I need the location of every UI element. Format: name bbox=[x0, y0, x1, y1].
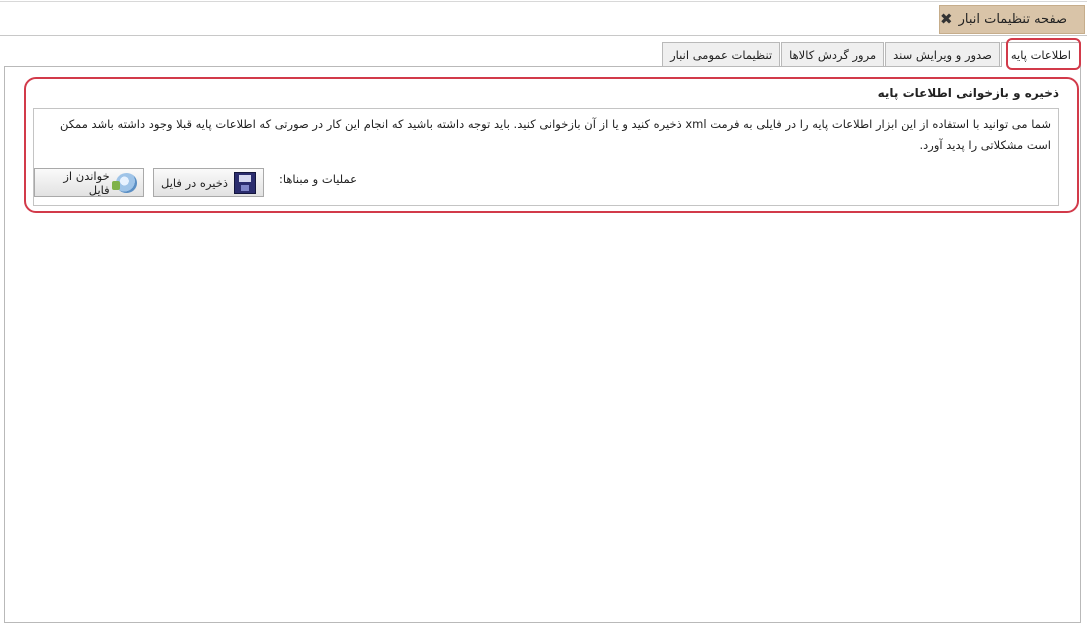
section-title: ذخیره و بازخوانی اطلاعات پایه bbox=[877, 86, 1059, 100]
section-description: شما می توانید با استفاده از این ابزار اط… bbox=[59, 117, 1051, 152]
top-border bbox=[0, 1, 1087, 2]
page-tab[interactable]: صفحه تنظیمات انبار ✖ bbox=[939, 5, 1085, 34]
tab-issue-edit-document[interactable]: صدور و ویرایش سند bbox=[885, 42, 1000, 66]
close-icon[interactable]: ✖ bbox=[940, 12, 953, 27]
operations-label: عملیات و مبناها: bbox=[278, 172, 357, 186]
save-to-file-label: ذخیره در فایل bbox=[161, 175, 228, 190]
save-to-file-button[interactable]: ذخیره در فایل bbox=[153, 168, 264, 197]
floppy-disk-icon bbox=[233, 171, 256, 194]
tab-warehouse-general-settings[interactable]: تنظیمات عمومی انبار bbox=[662, 42, 781, 66]
tab-bar: اطلاعات پایه صدور و ویرایش سند مرور گردش… bbox=[661, 42, 1081, 67]
header-divider bbox=[0, 35, 1087, 36]
read-from-file-button[interactable]: خواندن از فایل bbox=[34, 168, 144, 197]
disc-read-icon bbox=[111, 172, 137, 193]
read-from-file-label: خواندن از فایل bbox=[63, 168, 110, 197]
tab-goods-turnover[interactable]: مرور گردش کالاها bbox=[781, 42, 885, 66]
tab-base-info[interactable]: اطلاعات پایه bbox=[1000, 42, 1081, 67]
page-tab-title: صفحه تنظیمات انبار bbox=[958, 12, 1068, 27]
